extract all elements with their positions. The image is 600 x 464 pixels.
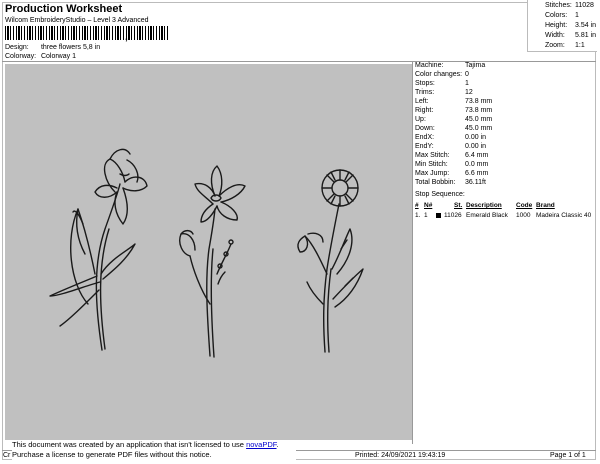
stops-row: Stops: 1: [415, 80, 469, 87]
flower-daisy: [297, 169, 364, 353]
notice-line-2: Purchase a license to generate PDF files…: [12, 450, 212, 459]
header-divider: [2, 61, 596, 62]
license-notice: This document was created by an applicat…: [12, 440, 296, 462]
right-row: Right: 73.8 mm: [415, 107, 493, 114]
row-st: 11026: [444, 212, 462, 219]
novapdf-link[interactable]: novaPDF: [246, 440, 276, 449]
max-stitch-row: Max Stitch: 6.4 mm: [415, 152, 489, 159]
stat-zoom: Zoom: 1:1: [545, 42, 585, 49]
total-bobbin-row: Total Bobbin: 36.11ft: [415, 179, 486, 186]
row-num: 1.: [415, 212, 421, 219]
trims-row: Trims: 12: [415, 89, 473, 96]
column-divider: [412, 62, 413, 444]
design-label: Design:: [5, 44, 29, 51]
page-number: Page 1 of 1: [550, 452, 586, 459]
barcode-tail: ,: [125, 32, 128, 43]
col-st: St.: [454, 202, 463, 209]
notice-line-1: This document was created by an applicat…: [12, 440, 279, 449]
row-code: 1000: [516, 212, 531, 219]
printed-timestamp: Printed: 24/09/2021 19:43:19: [355, 452, 446, 459]
col-brand: Brand: [536, 202, 555, 209]
min-stitch-row: Min Stitch: 0.0 mm: [415, 161, 489, 168]
flowers-illustration: [49, 148, 364, 358]
colorway-value: Colorway 1: [40, 53, 76, 60]
down-row: Down: 45.0 mm: [415, 125, 493, 132]
colorway-label: Colorway:: [5, 53, 37, 60]
software-subtitle: Wilcom EmbroideryStudio – Level 3 Advanc…: [5, 17, 149, 24]
machine-row: Machine: Tajima: [415, 62, 486, 69]
up-row: Up: 45.0 mm: [415, 116, 493, 123]
row-n: 1: [424, 212, 428, 219]
flower-star: [179, 165, 246, 358]
max-jump-row: Max Jump: 6.6 mm: [415, 170, 489, 177]
flower-daffodil: [49, 148, 148, 351]
stat-width: Width: 5.81 in: [545, 32, 597, 39]
stat-stitches: Stitches: 11028: [545, 2, 594, 9]
col-description: Description: [466, 202, 502, 209]
color-changes-row: Color changes: 0: [415, 71, 469, 78]
stats-box: Stitches: 11028 Colors: 1 Height: 3.54 in W…: [527, 0, 597, 52]
stat-colors: Colors: 1: [545, 12, 579, 19]
design-value: three flowers 5,8 in: [40, 44, 101, 51]
row-description: Emerald Black: [466, 212, 508, 219]
endx-row: EndX: 0.00 in: [415, 134, 487, 141]
col-n: N#: [424, 202, 433, 209]
colorway-row: Colorway: Colorway 1: [5, 53, 76, 60]
stat-height: Height: 3.54 in: [545, 22, 597, 29]
left-row: Left: 73.8 mm: [415, 98, 493, 105]
stop-sequence-heading: Stop Sequence:: [415, 191, 465, 198]
thread-color-swatch: [436, 213, 441, 218]
endy-row: EndY: 0.00 in: [415, 143, 487, 150]
row-brand: Madeira Classic 40: [536, 212, 592, 219]
design-row: Design: three flowers 5,8 in: [5, 44, 100, 51]
design-preview: [5, 64, 412, 440]
barcode: [5, 26, 169, 40]
col-code: Code: [516, 202, 533, 209]
footer-cr: Cr: [3, 452, 11, 459]
page-title: Production Worksheet: [5, 3, 123, 15]
col-num: #: [415, 202, 419, 209]
